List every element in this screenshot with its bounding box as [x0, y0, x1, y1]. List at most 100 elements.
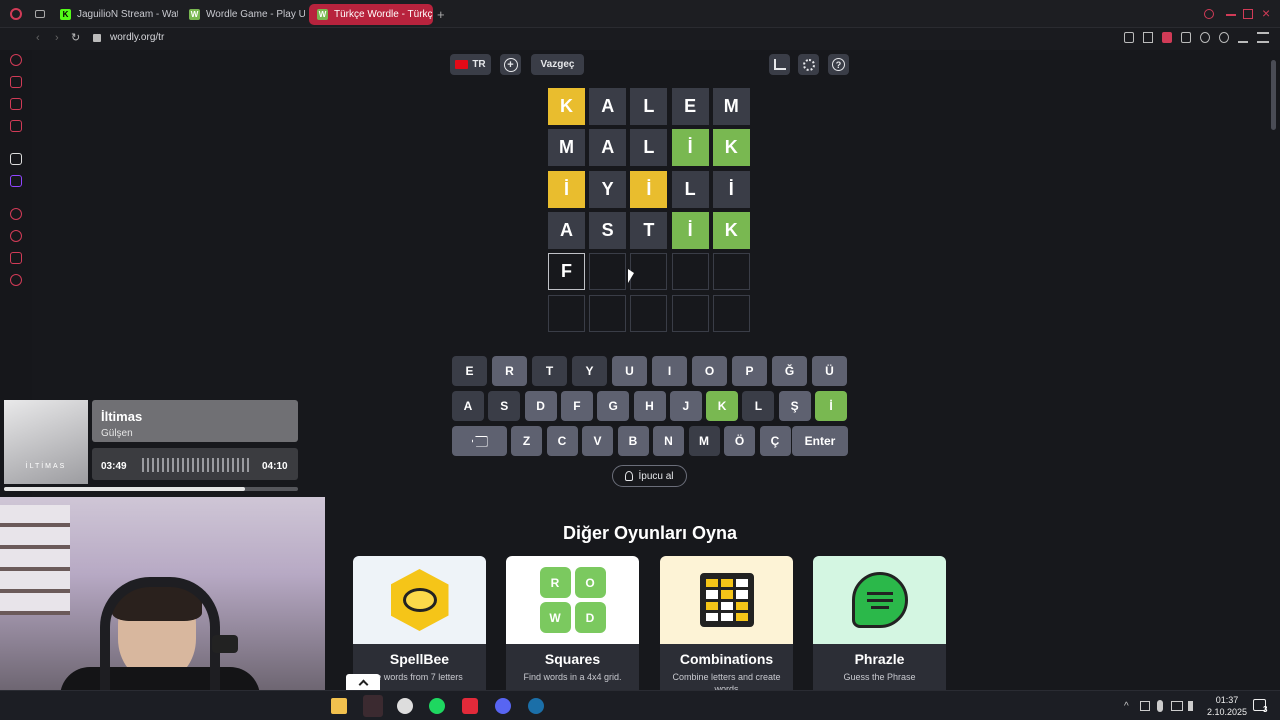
- download-icon[interactable]: [1238, 32, 1248, 43]
- spotify-icon[interactable]: [429, 698, 445, 714]
- tray-chevron-up-icon[interactable]: ^: [1124, 701, 1129, 712]
- key-ğ[interactable]: Ğ: [772, 356, 807, 386]
- key-h[interactable]: H: [633, 391, 666, 421]
- give-up-button[interactable]: Vazgeç: [531, 54, 584, 75]
- key-m[interactable]: M: [688, 426, 720, 456]
- file-explorer-icon[interactable]: [331, 698, 347, 714]
- scroll-top-button[interactable]: [346, 674, 380, 690]
- opera-logo-icon[interactable]: [10, 8, 22, 20]
- key-s[interactable]: S: [488, 391, 521, 421]
- key-i[interactable]: I: [652, 356, 687, 386]
- clock-time[interactable]: 01:37: [1205, 695, 1249, 705]
- discord-icon[interactable]: [495, 698, 511, 714]
- tray-mic-icon[interactable]: [1157, 700, 1163, 712]
- sidebar-messenger-icon[interactable]: [10, 98, 22, 110]
- back-icon[interactable]: ‹: [36, 32, 40, 44]
- new-tab-icon[interactable]: +: [437, 7, 445, 22]
- tab-wordle-game[interactable]: W Wordle Game - Play Unlim: [181, 4, 305, 25]
- sidebar-extension-icon[interactable]: [10, 76, 22, 88]
- settings-button[interactable]: [798, 54, 819, 75]
- game-card-squares[interactable]: R O W D Squares Find words in a 4x4 grid…: [506, 556, 639, 696]
- sidebar-history-icon[interactable]: [10, 230, 22, 242]
- sidebar-settings-icon[interactable]: [10, 274, 22, 286]
- key-d[interactable]: D: [524, 391, 557, 421]
- heart-icon[interactable]: [1200, 32, 1210, 43]
- key-y[interactable]: Y: [572, 356, 607, 386]
- hint-button[interactable]: İpucu al: [612, 465, 687, 487]
- progress-track[interactable]: [4, 487, 298, 491]
- app-red-icon[interactable]: [462, 698, 478, 714]
- key-i̇[interactable]: İ: [815, 391, 847, 421]
- game-card-title: Phrazle: [854, 651, 905, 667]
- steam-icon[interactable]: [528, 698, 544, 714]
- key-ç[interactable]: Ç: [759, 426, 791, 456]
- profile-icon[interactable]: [1219, 32, 1229, 43]
- game-card-title: Combinations: [679, 651, 774, 667]
- minimize-icon[interactable]: [1226, 14, 1236, 16]
- close-icon[interactable]: ×: [1262, 5, 1270, 21]
- key-c[interactable]: C: [546, 426, 578, 456]
- search-tabs-icon[interactable]: [1204, 9, 1214, 19]
- tray-network-icon[interactable]: [1171, 701, 1183, 711]
- reload-icon[interactable]: ↻: [71, 31, 80, 44]
- menu-icon[interactable]: [1257, 32, 1269, 43]
- shield-icon[interactable]: [1162, 32, 1172, 43]
- key-p[interactable]: P: [732, 356, 767, 386]
- sidebar-bookmarks-icon[interactable]: [10, 252, 22, 264]
- enter-key[interactable]: Enter: [792, 426, 848, 456]
- obs-icon[interactable]: [397, 698, 413, 714]
- tray-usb-icon[interactable]: [1140, 701, 1150, 711]
- url-field[interactable]: wordly.org/tr: [110, 32, 164, 43]
- tray-volume-icon[interactable]: [1188, 701, 1198, 711]
- forward-icon[interactable]: ›: [55, 32, 59, 44]
- board-tile: A: [548, 211, 585, 249]
- clock-date[interactable]: 2.10.2025: [1203, 707, 1251, 717]
- wordle-favicon-icon: W: [317, 9, 328, 20]
- help-button[interactable]: ?: [828, 54, 849, 75]
- mouse-cursor-icon: [628, 269, 634, 283]
- sidebar-player-icon[interactable]: [10, 208, 22, 220]
- key-g[interactable]: G: [597, 391, 630, 421]
- key-k[interactable]: K: [706, 391, 739, 421]
- language-label: TR: [472, 59, 486, 70]
- opera-taskbar-icon[interactable]: [363, 695, 383, 717]
- key-l[interactable]: L: [742, 391, 775, 421]
- key-n[interactable]: N: [653, 426, 684, 456]
- backspace-key[interactable]: [452, 426, 507, 456]
- game-card-phrazle[interactable]: Phrazle Guess the Phrase: [813, 556, 946, 696]
- maximize-icon[interactable]: [1243, 9, 1253, 19]
- key-ö[interactable]: Ö: [724, 426, 755, 456]
- key-j[interactable]: J: [669, 391, 702, 421]
- stats-button[interactable]: [769, 54, 790, 75]
- key-o[interactable]: O: [692, 356, 727, 386]
- key-e[interactable]: E: [452, 356, 487, 386]
- sidebar-aria-icon[interactable]: [10, 54, 22, 66]
- key-ü[interactable]: Ü: [812, 356, 847, 386]
- key-z[interactable]: Z: [511, 426, 542, 456]
- tab-turkce-wordle[interactable]: W Türkçe Wordle - Türkçe K: [309, 4, 433, 25]
- page-scrollbar[interactable]: [1268, 50, 1280, 690]
- key-t[interactable]: T: [532, 356, 567, 386]
- sidebar-twitch-icon[interactable]: [10, 175, 22, 187]
- phrazle-image: [813, 556, 946, 644]
- key-r[interactable]: R: [492, 356, 527, 386]
- key-f[interactable]: F: [560, 391, 593, 421]
- language-button[interactable]: TR: [450, 54, 491, 75]
- sidebar-music-icon[interactable]: [10, 120, 22, 132]
- sidebar-kick-icon[interactable]: [10, 153, 22, 165]
- board-tile: [671, 253, 709, 291]
- key-a[interactable]: A: [452, 391, 484, 421]
- key-b[interactable]: B: [617, 426, 649, 456]
- tab-kick-stream[interactable]: K JaguilioN Stream - Watch: [52, 4, 178, 25]
- bee-icon: [390, 569, 449, 631]
- tab-overview-icon[interactable]: [35, 10, 45, 18]
- pin-icon[interactable]: [1124, 32, 1134, 43]
- key-u[interactable]: U: [612, 356, 647, 386]
- game-card-combinations[interactable]: Combinations Combine letters and create …: [660, 556, 793, 696]
- spellbee-image: [353, 556, 486, 644]
- new-game-button[interactable]: +: [500, 54, 521, 75]
- play-icon[interactable]: [1181, 32, 1191, 43]
- snapshot-icon[interactable]: [1143, 32, 1153, 43]
- key-v[interactable]: V: [582, 426, 613, 456]
- key-ş[interactable]: Ş: [778, 391, 811, 421]
